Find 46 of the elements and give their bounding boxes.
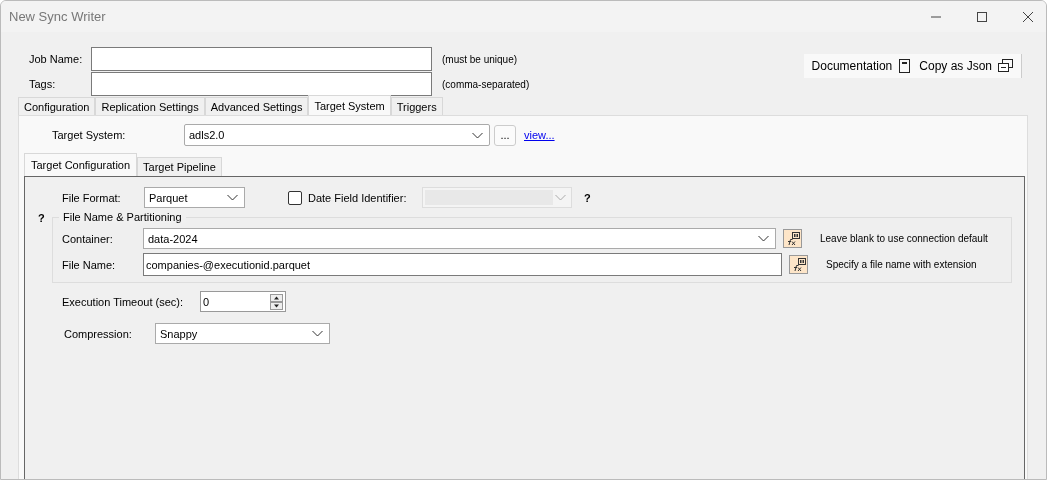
file-format-dropdown[interactable]: Parquet xyxy=(144,187,245,208)
field-label: Execution Timeout (sec): xyxy=(61,295,185,308)
container-combo-box[interactable]: data-2024 xyxy=(143,228,776,249)
copy-button[interactable]: Copy as Json xyxy=(915,57,1017,75)
file-name-field[interactable]: companies-@executionid.parquet xyxy=(143,253,782,276)
chevron-icon xyxy=(227,194,238,201)
field-hint: Specify a file name with extension xyxy=(826,259,977,270)
tab[interactable]: Configuration xyxy=(18,97,96,115)
window-title: New Sync Writer xyxy=(9,9,106,24)
checkbox-label: Date Field Identifier: xyxy=(308,191,408,204)
close-icon[interactable] xyxy=(1022,10,1034,23)
target-system-dropdown[interactable]: adls2.0 xyxy=(184,124,490,146)
copy-icon xyxy=(998,59,1013,73)
tab[interactable]: Target Configuration xyxy=(24,153,138,176)
field-hint: (must be unique) xyxy=(442,53,518,65)
expression-button[interactable] xyxy=(783,229,802,248)
field-label: File Name: xyxy=(62,258,117,271)
field-hint: (comma-separated) xyxy=(442,78,530,90)
field-label: Tags: xyxy=(28,78,57,90)
tab[interactable]: Target Pipeline xyxy=(137,157,222,176)
expression-button[interactable] xyxy=(789,255,808,274)
chevron-icon xyxy=(472,131,483,139)
field-label: Container: xyxy=(62,232,114,245)
field-label: Compression: xyxy=(63,327,133,340)
input-field[interactable] xyxy=(91,72,432,96)
field-label: File Format: xyxy=(61,191,122,204)
chevron-icon xyxy=(758,235,769,242)
chevron-icon xyxy=(312,330,323,337)
tab[interactable]: Advanced Settings xyxy=(204,97,309,115)
compression-dropdown[interactable]: Snappy xyxy=(155,323,330,344)
documentation-button[interactable]: Documentation xyxy=(807,57,916,75)
tab[interactable]: Target System xyxy=(308,95,391,115)
view-link[interactable]: view... xyxy=(524,129,555,141)
tab[interactable]: Replication Settings xyxy=(95,97,205,115)
timeout-spinner[interactable]: 0 xyxy=(200,291,286,312)
field-label: Job Name: xyxy=(28,53,84,65)
chevron-icon xyxy=(555,194,566,201)
browse-button[interactable]: ... xyxy=(494,124,516,146)
field-hint: Leave blank to use connection default xyxy=(820,233,988,244)
tab[interactable]: Triggers xyxy=(390,97,443,115)
help-mark[interactable]: ? xyxy=(38,212,52,283)
maximize-icon[interactable] xyxy=(976,10,988,23)
input-field[interactable] xyxy=(91,47,432,71)
group-title: File Name & Partitioning xyxy=(59,211,186,223)
document-icon xyxy=(898,59,912,73)
field-label: Target System: xyxy=(51,129,127,141)
